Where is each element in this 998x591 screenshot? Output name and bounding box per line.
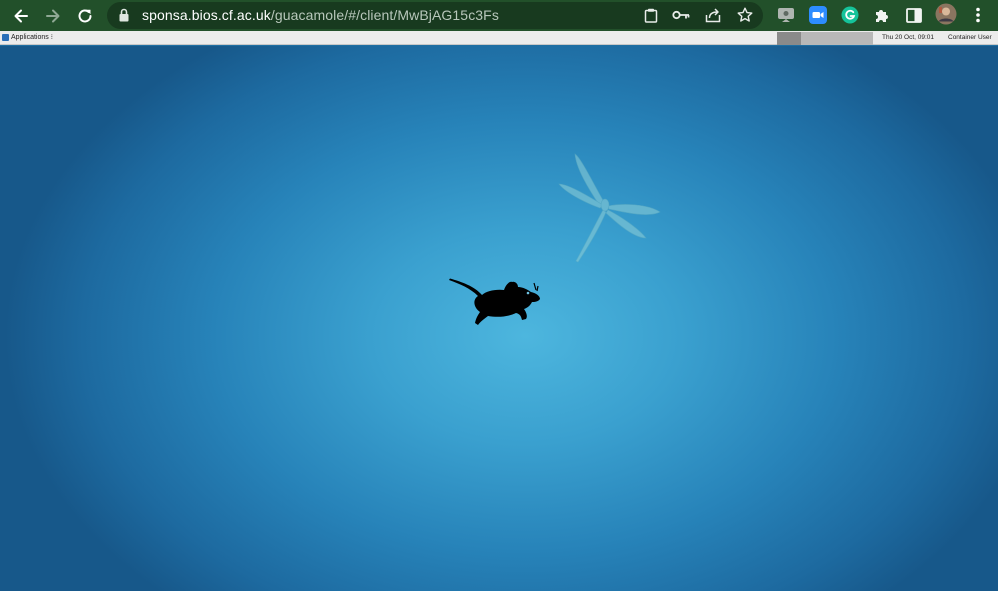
side-panel-icon[interactable] (904, 5, 924, 25)
arrow-left-icon[interactable] (8, 3, 34, 29)
arrow-right-icon[interactable] (40, 3, 66, 29)
zoom-extension-icon[interactable] (808, 5, 828, 25)
workspace-3[interactable] (825, 32, 849, 45)
reload-icon[interactable] (72, 3, 98, 29)
url-text[interactable]: sponsa.bios.cf.ac.uk/guacamole/#/client/… (142, 7, 499, 23)
puzzle-extensions-icon[interactable] (872, 5, 892, 25)
remote-top-panel: Applications ⁝ Thu 20 Oct, 09:01 Contain… (0, 31, 998, 45)
share-icon[interactable] (704, 6, 722, 24)
workspace-2[interactable] (801, 32, 825, 45)
panel-clock[interactable]: Thu 20 Oct, 09:01 (882, 34, 934, 41)
screencast-extension-icon[interactable] (776, 5, 796, 25)
profile-avatar-icon[interactable] (935, 3, 957, 25)
workspace-1[interactable] (777, 32, 801, 45)
browser-toolbar: sponsa.bios.cf.ac.uk/guacamole/#/client/… (0, 0, 998, 31)
applications-menu-label: Applications ⁝ (11, 34, 53, 41)
workspace-4[interactable] (849, 32, 873, 45)
kebab-menu-icon[interactable] (968, 5, 988, 25)
address-bar[interactable]: sponsa.bios.cf.ac.uk/guacamole/#/client/… (107, 2, 763, 29)
lock-icon[interactable] (119, 8, 129, 22)
desktop-wallpaper[interactable] (0, 46, 998, 591)
xfce-menu-icon (2, 33, 9, 41)
url-host: sponsa.bios.cf.ac.uk (142, 7, 271, 23)
star-icon[interactable] (736, 6, 754, 24)
grammarly-extension-icon[interactable] (840, 5, 860, 25)
url-path: /guacamole/#/client/MwBjAG15c3Fs (270, 7, 499, 23)
applications-menu[interactable]: Applications ⁝ (2, 33, 53, 41)
key-icon[interactable] (672, 6, 690, 24)
dragonfly-wallpaper-icon (558, 153, 661, 263)
xfce-mouse-icon (449, 278, 540, 325)
panel-user-menu[interactable]: Container User (948, 34, 992, 41)
clipboard-icon[interactable] (642, 6, 660, 24)
